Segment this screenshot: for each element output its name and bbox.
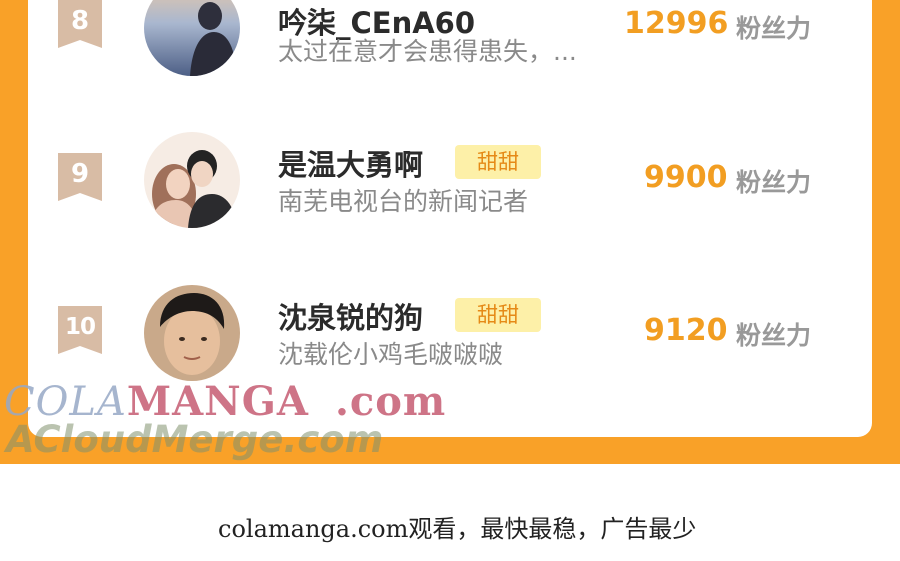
fan-score: 9900 bbox=[644, 160, 728, 195]
ranking-row[interactable]: 9 是温大勇啊 甜甜 南芜电视台的新闻记者 9900 粉丝力 bbox=[28, 116, 872, 246]
fan-score-unit: 粉丝力 bbox=[736, 321, 812, 350]
rank-number: 9 bbox=[70, 159, 90, 189]
avatar[interactable] bbox=[144, 285, 240, 381]
user-description: 南芜电视台的新闻记者 bbox=[278, 187, 529, 216]
rank-badge: 10 bbox=[58, 306, 102, 354]
fan-score: 9120 bbox=[644, 313, 728, 348]
ranking-row[interactable]: 8 吟柒_CEnA60 太过在意才会患得患失，... 12996 粉丝力 bbox=[28, 0, 872, 90]
user-tag: 甜甜 bbox=[455, 145, 541, 179]
avatar[interactable] bbox=[144, 0, 240, 76]
user-description: 沈载伦小鸡毛啵啵啵 bbox=[278, 340, 504, 369]
avatar[interactable] bbox=[144, 132, 240, 228]
user-tag: 甜甜 bbox=[455, 298, 541, 332]
fan-score: 12996 bbox=[624, 6, 729, 41]
rank-number: 10 bbox=[64, 314, 96, 340]
rank-number: 8 bbox=[70, 6, 90, 36]
ranking-card: 8 吟柒_CEnA60 太过在意才会患得患失，... 12996 粉丝力 9 是… bbox=[28, 0, 872, 437]
watermark-acloudmerge: ACloudMerge.com bbox=[6, 418, 384, 461]
user-name[interactable]: 是温大勇啊 bbox=[278, 142, 423, 184]
rank-badge: 8 bbox=[58, 0, 102, 48]
user-name[interactable]: 沈泉锐的狗 bbox=[278, 295, 423, 337]
user-description: 太过在意才会患得患失，... bbox=[278, 37, 577, 66]
footer-notice: colamanga.com观看，最快最稳，广告最少 bbox=[218, 515, 697, 543]
fan-score-unit: 粉丝力 bbox=[736, 14, 812, 43]
fan-score-unit: 粉丝力 bbox=[736, 168, 812, 197]
rank-badge: 9 bbox=[58, 153, 102, 201]
